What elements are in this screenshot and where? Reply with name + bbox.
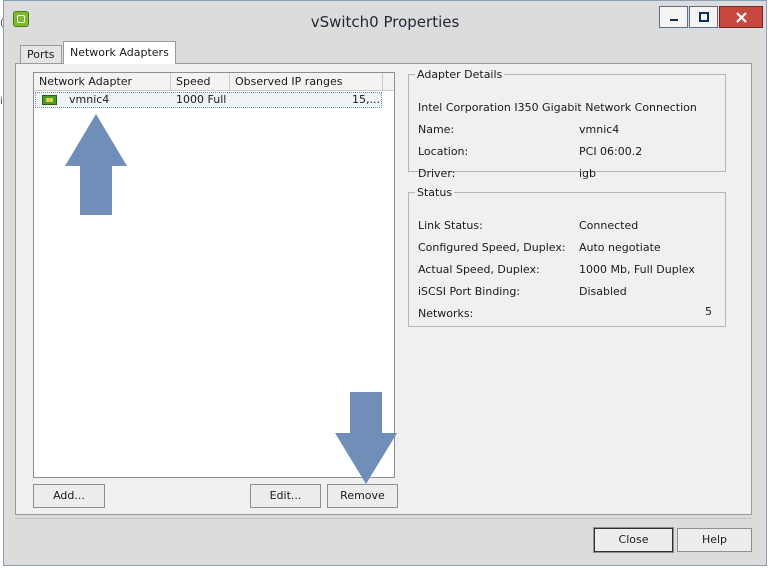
tab-ports[interactable]: Ports	[20, 45, 62, 64]
maximize-button[interactable]	[689, 6, 718, 28]
column-header-network-adapter[interactable]: Network Adapter	[34, 73, 171, 90]
add-button[interactable]: Add...	[33, 484, 105, 508]
name-value: vmnic4	[579, 123, 620, 136]
divider	[15, 518, 752, 519]
configured-speed-value: Auto negotiate	[579, 241, 661, 254]
link-status-value: Connected	[579, 219, 639, 232]
vswitch-properties-dialog: vSwitch0 Properties Ports Network Adapte…	[3, 0, 767, 566]
adapter-ip-ranges: 15,...	[352, 93, 380, 106]
help-button[interactable]: Help	[677, 528, 752, 552]
column-header-speed[interactable]: Speed	[171, 73, 230, 90]
tab-network-adapters[interactable]: Network Adapters	[63, 41, 176, 64]
arrow-up-icon	[65, 114, 127, 215]
iscsi-port-binding-label: iSCSI Port Binding:	[418, 285, 521, 298]
arrow-down-icon	[335, 392, 397, 484]
window-title: vSwitch0 Properties	[310, 13, 460, 31]
location-value: PCI 06:00.2	[579, 145, 643, 158]
status-group: Status Link Status: Connected Configured…	[408, 186, 726, 327]
column-header-observed-ip-ranges[interactable]: Observed IP ranges	[230, 73, 383, 90]
adapter-details-legend: Adapter Details	[417, 68, 503, 81]
close-button[interactable]: Close	[593, 527, 674, 553]
driver-value: igb	[579, 167, 597, 180]
name-label: Name:	[418, 123, 455, 136]
link-status-label: Link Status:	[418, 219, 483, 232]
location-label: Location:	[418, 145, 469, 158]
minimize-button[interactable]	[659, 6, 688, 28]
configured-speed-label: Configured Speed, Duplex:	[418, 241, 566, 254]
network-adapter-icon	[42, 95, 57, 105]
minimize-icon	[669, 19, 678, 21]
driver-label: Driver:	[418, 167, 456, 180]
status-legend: Status	[417, 186, 453, 199]
list-header: Network Adapter Speed Observed IP ranges	[34, 73, 394, 91]
actual-speed-value: 1000 Mb, Full Duplex	[579, 263, 695, 276]
adapter-speed: 1000 Full	[176, 93, 227, 106]
title-bar[interactable]: vSwitch0 Properties	[4, 1, 766, 41]
actual-speed-label: Actual Speed, Duplex:	[418, 263, 540, 276]
remove-button[interactable]: Remove	[327, 484, 398, 508]
iscsi-port-binding-value: Disabled	[579, 285, 627, 298]
adapter-details-group: Adapter Details Intel Corporation I350 G…	[408, 68, 726, 180]
networks-value: 5	[705, 305, 712, 318]
close-window-button[interactable]	[719, 6, 763, 28]
edit-button[interactable]: Edit...	[250, 484, 321, 508]
networks-label: Networks:	[418, 307, 474, 320]
table-row[interactable]: vmnic4 1000 Full 15,...	[35, 92, 382, 108]
maximize-icon	[698, 12, 709, 22]
adapter-name: vmnic4	[69, 93, 110, 106]
close-icon	[735, 11, 747, 23]
adapter-description: Intel Corporation I350 Gigabit Network C…	[418, 101, 697, 114]
